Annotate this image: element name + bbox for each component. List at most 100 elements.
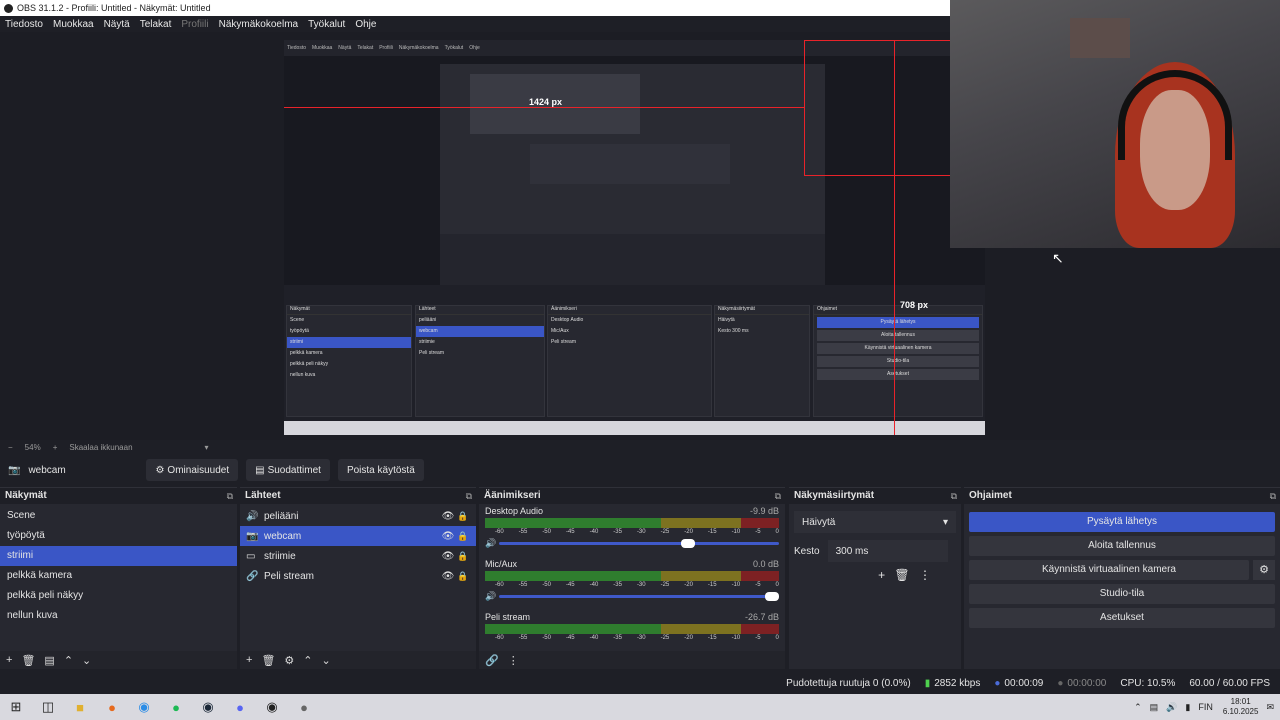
visibility-eye-icon[interactable]: 👁 [440,571,456,582]
visibility-eye-icon[interactable]: 👁 [440,551,456,562]
move-down-icon[interactable]: ⌄ [322,654,331,667]
menu-bar: Tiedosto Muokkaa Näytä Telakat Profiili … [0,16,950,32]
menu-scene-collection[interactable]: Näkymäkokoelma [219,19,298,30]
meter-ticks: -60 -55 -50 -45 -40 -35 -30 -25 -20 -15 -10 -5 0 [495,582,779,588]
task-view-icon[interactable]: ◫ [32,694,64,720]
undock-icon[interactable]: ⧉ [775,488,781,504]
move-down-icon[interactable]: ⌄ [82,654,91,667]
zoom-dropdown-icon[interactable]: ▾ [205,443,209,452]
advanced-audio-icon[interactable]: 🔗 [485,654,499,667]
visibility-eye-icon[interactable]: 👁 [440,511,456,522]
source-item[interactable]: 🔗 Peli stream 👁 🔒 [240,566,476,586]
source-item[interactable]: ▭ striimie 👁 🔒 [240,546,476,566]
menu-view[interactable]: Näytä [104,19,130,30]
chrome-icon[interactable]: ◉ [128,694,160,720]
menu-profile[interactable]: Profiili [181,19,208,30]
gear-icon: ⚙ [155,464,165,476]
volume-icon[interactable]: 🔊 [1166,702,1177,713]
undock-icon[interactable]: ⧉ [951,488,957,504]
zoom-in-button[interactable]: + [53,443,58,452]
scene-item[interactable]: pelkkä peli näkyy [0,586,237,606]
studio-mode-button[interactable]: Studio-tila [969,584,1275,604]
mute-speaker-icon[interactable]: 🔊 [485,538,499,549]
scene-item[interactable]: nellun kuva [0,606,237,626]
start-recording-button[interactable]: Aloita tallennus [969,536,1275,556]
window-title: OBS 31.1.2 - Profiili: Untitled - Näkymä… [17,3,211,13]
start-virtual-camera-button[interactable]: Käynnistä virtuaalinen kamera [969,560,1249,580]
mixer-channel: Peli stream -26.7 dB -60 -55 -50 -45 -40 -35 -3… [479,610,785,648]
stop-streaming-button[interactable]: Pysäytä lähetys [969,512,1275,532]
status-bar: Pudotettuja ruutuja 0 (0.0%) ▮ 2852 kbps… [0,672,1280,694]
move-up-icon[interactable]: ⌃ [303,654,312,667]
mute-speaker-icon[interactable]: 🔊 [485,591,499,602]
deactivate-button[interactable]: Poista käytöstä [337,459,424,481]
add-source-icon[interactable]: + [246,654,252,666]
properties-button[interactable]: ⚙ Ominaisuudet [146,459,239,481]
volume-slider-handle[interactable] [681,539,695,548]
steam-icon[interactable]: ◉ [192,694,224,720]
clock[interactable]: 18:01 6.10.2025 [1223,697,1259,717]
network-icon[interactable]: ▤ [1150,702,1159,713]
menu-edit[interactable]: Muokkaa [53,19,94,30]
move-up-icon[interactable]: ⌃ [64,654,73,667]
remove-scene-icon[interactable]: 🗑 [21,654,35,667]
battery-icon[interactable]: ▮ [1185,702,1190,713]
source-item[interactable]: 🔊 peliääni 👁 🔒 [240,506,476,526]
meter-ticks: -60 -55 -50 -45 -40 -35 -30 -25 -20 -15 -10 -5 0 [495,635,779,641]
menu-docks[interactable]: Telakat [140,19,172,30]
menu-file[interactable]: Tiedosto [5,19,43,30]
remove-transition-icon[interactable]: 🗑 [894,568,909,582]
webcam-feed[interactable] [950,0,1280,248]
virtual-camera-settings-gear-icon[interactable]: ⚙ [1253,560,1275,580]
add-transition-icon[interactable]: + [878,568,885,582]
volume-slider[interactable] [499,592,779,601]
scene-item-selected[interactable]: striimi [0,546,237,566]
nested-preview-recursion [440,64,825,319]
file-explorer-icon[interactable]: ■ [64,694,96,720]
menu-help[interactable]: Ohje [355,19,376,30]
source-properties-icon[interactable]: ⚙ [284,654,294,667]
scenes-footer: + 🗑 ▤ ⌃ ⌄ [0,651,237,669]
camera-icon: 📷 [8,464,21,476]
selection-box-top [804,40,950,41]
lock-icon[interactable]: 🔒 [456,571,470,582]
duration-input[interactable]: 300 ms [827,540,948,562]
windows-start-icon[interactable]: ⊞ [0,694,32,720]
discord-icon[interactable]: ● [224,694,256,720]
lock-icon[interactable]: 🔒 [456,511,470,522]
mixer-menu-icon[interactable]: ⋮ [508,654,519,667]
menu-tools[interactable]: Työkalut [308,19,345,30]
volume-slider[interactable] [499,539,779,548]
lock-icon[interactable]: 🔒 [456,551,470,562]
scene-item[interactable]: Scene [0,506,237,526]
add-scene-icon[interactable]: + [6,654,12,666]
zoom-out-button[interactable]: − [8,443,13,452]
lock-icon[interactable]: 🔒 [456,531,470,542]
preview-canvas[interactable]: Tiedosto Muokkaa Näytä Telakat Profiili … [284,40,985,435]
spotify-icon[interactable]: ● [160,694,192,720]
scene-item[interactable]: pelkkä kamera [0,566,237,586]
undock-icon[interactable]: ⧉ [227,488,233,504]
transition-select[interactable]: Häivytä ▾ [794,511,956,533]
selected-source-name: webcam [28,464,66,476]
guide-label-vertical: 708 px [900,300,929,310]
obs-taskbar-icon[interactable]: ◉ [256,694,288,720]
visibility-eye-icon[interactable]: 👁 [440,531,456,542]
undock-icon[interactable]: ⧉ [466,488,472,504]
transition-menu-icon[interactable]: ⋮ [919,568,931,582]
remove-source-icon[interactable]: 🗑 [261,654,275,667]
scene-filters-icon[interactable]: ▤ [44,654,54,667]
filters-button[interactable]: ▤ Suodattimet [246,459,330,481]
controls-title: Ohjaimet [969,490,1012,501]
notifications-icon[interactable]: ✉ [1266,702,1274,713]
source-item-selected[interactable]: 📷 webcam 👁 🔒 [240,526,476,546]
zoom-mode[interactable]: Skaalaa ikkunaan [69,443,132,452]
language-indicator[interactable]: FIN [1198,702,1213,712]
settings-button[interactable]: Asetukset [969,608,1275,628]
tray-chevron-icon[interactable]: ⌃ [1134,702,1142,713]
undock-icon[interactable]: ⧉ [1270,488,1276,504]
scene-item[interactable]: työpöytä [0,526,237,546]
volume-slider-handle[interactable] [765,592,779,601]
app-icon[interactable]: ● [288,694,320,720]
firefox-icon[interactable]: ● [96,694,128,720]
